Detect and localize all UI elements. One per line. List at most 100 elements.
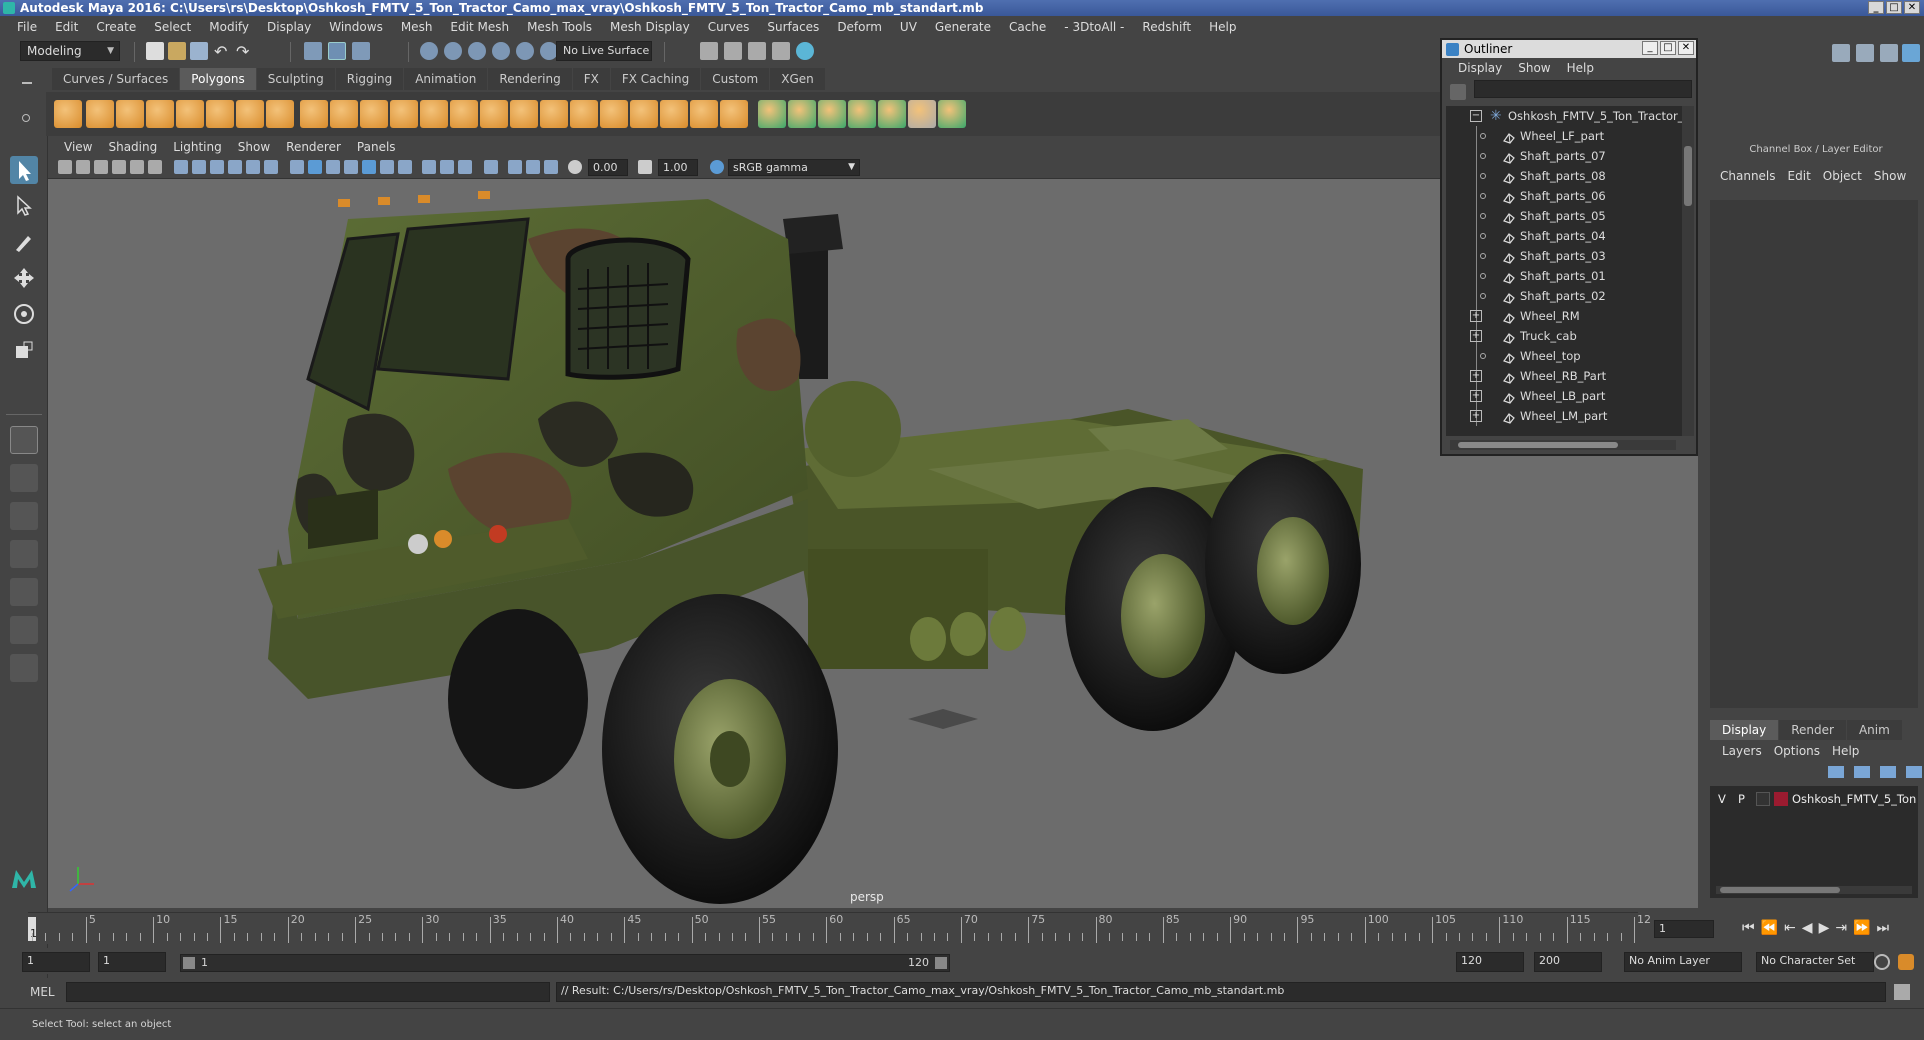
- resolution-gate-icon[interactable]: [210, 160, 224, 174]
- outliner-item[interactable]: + Wheel_RM: [1446, 306, 1682, 326]
- textured-icon[interactable]: [362, 160, 376, 174]
- offset-loop-icon[interactable]: [690, 100, 718, 128]
- channel-box-menu-channels[interactable]: Channels: [1714, 169, 1782, 183]
- smooth-shade-icon[interactable]: [308, 160, 322, 174]
- channel-box-menu-show[interactable]: Show: [1868, 169, 1912, 183]
- move-layer-up-icon[interactable]: [1828, 766, 1844, 778]
- viewport-menu-lighting[interactable]: Lighting: [165, 140, 230, 154]
- spherical-uv-icon[interactable]: [818, 100, 846, 128]
- snap-surface-icon[interactable]: [516, 42, 534, 60]
- outliner-item[interactable]: Shaft_parts_04: [1446, 226, 1682, 246]
- rotate-tool-icon[interactable]: [10, 300, 38, 328]
- outliner-item[interactable]: + Wheel_LM_part: [1446, 406, 1682, 426]
- bridge-icon[interactable]: [510, 100, 538, 128]
- motion-blur-icon[interactable]: [440, 160, 454, 174]
- new-layer-selected-icon[interactable]: [1906, 766, 1922, 778]
- menu-select[interactable]: Select: [145, 20, 200, 34]
- wireframe-on-shaded-icon[interactable]: [344, 160, 358, 174]
- camera-attributes-icon[interactable]: [76, 160, 90, 174]
- color-space-dropdown[interactable]: sRGB gamma ▼: [728, 159, 860, 176]
- outliner-item[interactable]: Shaft_parts_03: [1446, 246, 1682, 266]
- render-view-icon[interactable]: [700, 42, 718, 60]
- expand-icon[interactable]: +: [1470, 410, 1482, 422]
- xray-icon[interactable]: [508, 160, 522, 174]
- ipr-render-icon[interactable]: [748, 42, 766, 60]
- extract-icon[interactable]: [360, 100, 388, 128]
- uv-layout-icon[interactable]: [938, 100, 966, 128]
- gamma-field[interactable]: 1.00: [658, 159, 698, 176]
- exposure-icon[interactable]: [568, 160, 582, 174]
- step-forward-key-icon[interactable]: ⇥: [1835, 920, 1847, 936]
- viewport-menu-panels[interactable]: Panels: [349, 140, 404, 154]
- poly-cube-icon[interactable]: [86, 100, 114, 128]
- anim-layer-dropdown[interactable]: No Anim Layer: [1624, 952, 1742, 972]
- snap-curve-icon[interactable]: [444, 42, 462, 60]
- separate-icon[interactable]: [330, 100, 358, 128]
- menu-3dtoall[interactable]: - 3DtoAll -: [1055, 20, 1133, 34]
- step-back-icon[interactable]: ⏪: [1761, 920, 1778, 936]
- expand-icon[interactable]: +: [1470, 370, 1482, 382]
- lasso-tool-icon[interactable]: [10, 192, 38, 220]
- menu-modify[interactable]: Modify: [200, 20, 258, 34]
- outliner-horizontal-scrollbar[interactable]: [1450, 440, 1676, 450]
- workspace-toggle-icon[interactable]: [1832, 44, 1850, 62]
- shelf-tab-custom[interactable]: Custom: [701, 68, 770, 90]
- viewport-menu-renderer[interactable]: Renderer: [278, 140, 349, 154]
- poly-sphere-icon[interactable]: [54, 100, 82, 128]
- persp-hypershade-layout-icon[interactable]: [10, 578, 38, 606]
- outliner-maximize-button[interactable]: □: [1660, 41, 1676, 55]
- outliner-item[interactable]: Shaft_parts_05: [1446, 206, 1682, 226]
- outliner-vertical-scrollbar[interactable]: [1682, 106, 1694, 436]
- time-slider[interactable]: 1 5 10 15 20 25 30 35 40 45 50 55 60 65 70 75 80 85 90 95 1…: [28, 912, 1658, 944]
- render-current-frame-icon[interactable]: [724, 42, 742, 60]
- layer-menu-layers[interactable]: Layers: [1716, 744, 1768, 758]
- range-end-handle[interactable]: [935, 957, 947, 969]
- hypershade-icon[interactable]: [796, 42, 814, 60]
- outliner-search-input[interactable]: [1474, 80, 1692, 98]
- range-start-handle[interactable]: [183, 957, 195, 969]
- shadows-icon[interactable]: [398, 160, 412, 174]
- snap-grid-icon[interactable]: [420, 42, 438, 60]
- outliner-menu-display[interactable]: Display: [1450, 61, 1510, 75]
- channel-box-menu-edit[interactable]: Edit: [1782, 169, 1817, 183]
- menu-file[interactable]: File: [8, 20, 46, 34]
- menu-cache[interactable]: Cache: [1000, 20, 1055, 34]
- range-bar[interactable]: 1 120: [180, 954, 950, 972]
- playback-start-field[interactable]: 1: [98, 952, 166, 972]
- menu-windows[interactable]: Windows: [320, 20, 392, 34]
- render-settings-icon[interactable]: [772, 42, 790, 60]
- outliner-item[interactable]: Shaft_parts_02: [1446, 286, 1682, 306]
- layer-menu-options[interactable]: Options: [1768, 744, 1826, 758]
- persp-outliner-layout-icon[interactable]: [10, 502, 38, 530]
- single-perspective-layout-icon[interactable]: [10, 426, 38, 454]
- poly-plane-icon[interactable]: [176, 100, 204, 128]
- exposure-field[interactable]: 0.00: [588, 159, 628, 176]
- select-by-object-icon[interactable]: [328, 42, 346, 60]
- wireframe-icon[interactable]: [290, 160, 304, 174]
- step-back-key-icon[interactable]: ⇤: [1784, 920, 1796, 936]
- character-set-dropdown[interactable]: No Character Set: [1756, 952, 1874, 972]
- average-icon[interactable]: [450, 100, 478, 128]
- new-scene-icon[interactable]: [146, 42, 164, 60]
- uv-editor-icon[interactable]: [878, 100, 906, 128]
- image-plane-icon[interactable]: [112, 160, 126, 174]
- poly-cylinder-icon[interactable]: [116, 100, 144, 128]
- tool-settings-toggle-icon[interactable]: [1880, 44, 1898, 62]
- shelf-tab-curves-surfaces[interactable]: Curves / Surfaces: [52, 68, 180, 90]
- field-chart-icon[interactable]: [246, 160, 260, 174]
- gamma-icon[interactable]: [638, 160, 652, 174]
- layer-menu-help[interactable]: Help: [1826, 744, 1865, 758]
- gate-mask-icon[interactable]: [228, 160, 242, 174]
- bookmark-icon[interactable]: [94, 160, 108, 174]
- insert-loop-icon[interactable]: [660, 100, 688, 128]
- select-by-component-icon[interactable]: [352, 42, 370, 60]
- menu-mesh[interactable]: Mesh: [392, 20, 442, 34]
- layer-playback-toggle[interactable]: P: [1738, 790, 1745, 808]
- shelf-tab-rigging[interactable]: Rigging: [335, 68, 404, 90]
- poly-pipe-icon[interactable]: [266, 100, 294, 128]
- current-frame-field[interactable]: 1: [1654, 920, 1714, 938]
- color-management-icon[interactable]: [710, 160, 724, 174]
- outliner-menu-show[interactable]: Show: [1510, 61, 1558, 75]
- play-forward-icon[interactable]: ▶: [1819, 920, 1830, 936]
- auto-uv-icon[interactable]: [848, 100, 876, 128]
